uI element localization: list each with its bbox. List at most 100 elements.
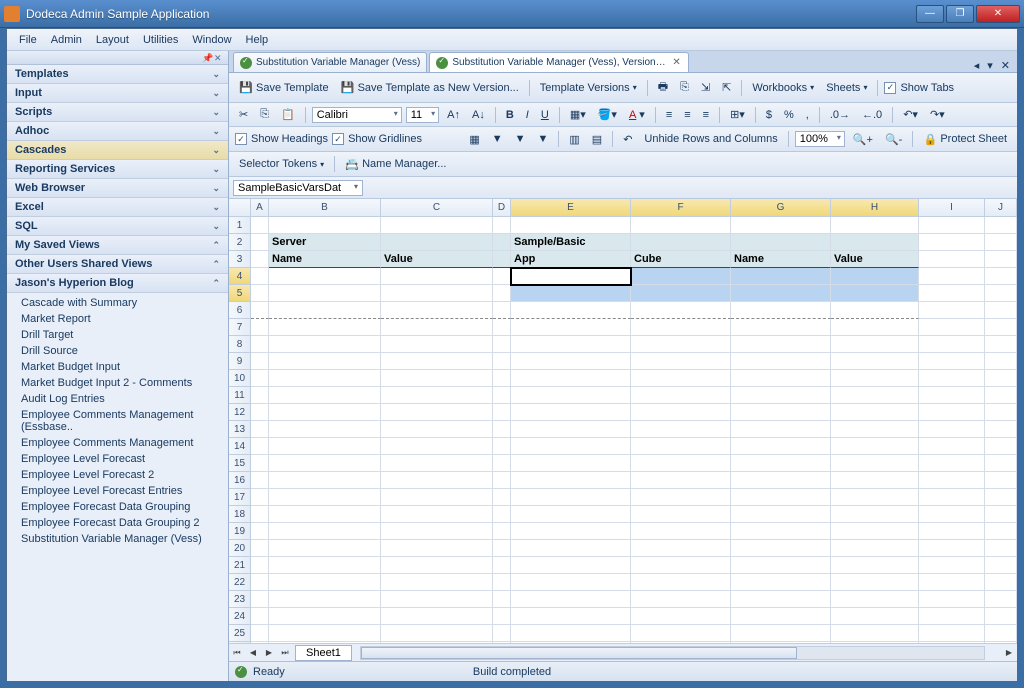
cell[interactable] — [631, 404, 731, 421]
cell[interactable] — [493, 336, 511, 353]
group-icon[interactable]: ▥ — [565, 131, 583, 148]
cell[interactable] — [251, 370, 269, 387]
filter-icon[interactable]: ▼ — [488, 131, 507, 147]
workbooks-button[interactable]: Workbooks ▾ — [748, 80, 818, 96]
row-header[interactable]: 4 — [229, 268, 251, 285]
font-select[interactable]: Calibri — [312, 107, 402, 123]
cell[interactable] — [511, 268, 631, 285]
show-headings-checkbox[interactable]: ✓Show Headings — [235, 133, 328, 145]
cell[interactable] — [631, 234, 731, 251]
cell[interactable] — [251, 217, 269, 234]
col-header[interactable]: E — [511, 199, 631, 217]
row-header[interactable]: 18 — [229, 506, 251, 523]
col-header[interactable] — [229, 199, 251, 217]
tab-0[interactable]: Substitution Variable Manager (Vess) — [233, 52, 427, 72]
sidebar-group[interactable]: Adhoc⌄ — [7, 122, 228, 141]
cell[interactable] — [919, 251, 985, 268]
sidebar-group[interactable]: Jason's Hyperion Blog⌃ — [7, 274, 228, 293]
cell[interactable] — [831, 557, 919, 574]
cell[interactable] — [919, 506, 985, 523]
cell[interactable] — [251, 421, 269, 438]
cell[interactable] — [919, 608, 985, 625]
cell[interactable] — [511, 455, 631, 472]
cell[interactable] — [269, 540, 381, 557]
cell[interactable] — [251, 625, 269, 642]
menu-admin[interactable]: Admin — [45, 32, 88, 48]
cell[interactable] — [731, 217, 831, 234]
cell[interactable] — [381, 336, 493, 353]
cell[interactable] — [731, 455, 831, 472]
cell[interactable] — [631, 455, 731, 472]
cell[interactable] — [731, 523, 831, 540]
cell[interactable] — [381, 387, 493, 404]
cell[interactable] — [631, 591, 731, 608]
cell[interactable] — [831, 370, 919, 387]
cell[interactable] — [831, 438, 919, 455]
cell[interactable] — [493, 506, 511, 523]
cell[interactable] — [631, 557, 731, 574]
close-button[interactable]: ✕ — [976, 5, 1020, 23]
merge-icon[interactable]: ⊞▾ — [726, 106, 749, 123]
cell[interactable] — [919, 268, 985, 285]
cell[interactable] — [985, 608, 1017, 625]
cell[interactable] — [511, 625, 631, 642]
hscrollbar[interactable] — [360, 646, 985, 660]
cell[interactable] — [251, 302, 269, 319]
row-header[interactable]: 22 — [229, 574, 251, 591]
cell[interactable] — [251, 285, 269, 302]
cell[interactable] — [831, 302, 919, 319]
cell[interactable]: Cube — [631, 251, 731, 268]
row-header[interactable]: 25 — [229, 625, 251, 642]
row-header[interactable]: 15 — [229, 455, 251, 472]
cell[interactable] — [985, 234, 1017, 251]
cell[interactable] — [631, 302, 731, 319]
cell[interactable] — [251, 319, 269, 336]
cell[interactable] — [985, 404, 1017, 421]
row-header[interactable]: 12 — [229, 404, 251, 421]
cell[interactable] — [493, 387, 511, 404]
cell[interactable] — [831, 387, 919, 404]
cell[interactable] — [831, 285, 919, 302]
cell[interactable] — [831, 217, 919, 234]
tree-item[interactable]: Drill Source — [7, 343, 228, 359]
align-left-icon[interactable]: ≡ — [662, 107, 676, 123]
cell[interactable] — [269, 472, 381, 489]
col-header[interactable]: D — [493, 199, 511, 217]
tree-item[interactable]: Employee Forecast Data Grouping 2 — [7, 515, 228, 531]
cell[interactable] — [511, 302, 631, 319]
cell[interactable] — [919, 404, 985, 421]
cell[interactable] — [511, 421, 631, 438]
cell[interactable] — [269, 506, 381, 523]
cell[interactable] — [731, 268, 831, 285]
row-header[interactable]: 2 — [229, 234, 251, 251]
cell[interactable] — [731, 404, 831, 421]
cell[interactable] — [381, 608, 493, 625]
percent-icon[interactable]: % — [780, 107, 798, 123]
cell[interactable] — [251, 234, 269, 251]
tree-item[interactable]: Employee Forecast Data Grouping — [7, 499, 228, 515]
cell[interactable] — [731, 319, 831, 336]
cell[interactable] — [731, 591, 831, 608]
cell[interactable] — [831, 404, 919, 421]
sidebar-group[interactable]: Other Users Shared Views⌃ — [7, 255, 228, 274]
save-template-button[interactable]: 💾Save Template — [235, 79, 333, 97]
currency-icon[interactable]: $ — [762, 107, 776, 123]
cell[interactable]: Server — [269, 234, 381, 251]
cell[interactable] — [831, 472, 919, 489]
cell[interactable] — [731, 370, 831, 387]
import-icon[interactable]: ⇱ — [718, 79, 735, 96]
tab-close-all-icon[interactable]: ✕ — [998, 59, 1013, 72]
cell[interactable]: Name — [269, 251, 381, 268]
cell[interactable] — [269, 591, 381, 608]
cell[interactable] — [269, 404, 381, 421]
tree-item[interactable]: Employee Comments Management — [7, 435, 228, 451]
cell[interactable] — [251, 455, 269, 472]
cell[interactable] — [631, 523, 731, 540]
row-header[interactable]: 24 — [229, 608, 251, 625]
cell[interactable] — [511, 370, 631, 387]
cell[interactable] — [493, 268, 511, 285]
cell[interactable] — [511, 506, 631, 523]
cell[interactable] — [985, 302, 1017, 319]
cell[interactable] — [731, 387, 831, 404]
row-header[interactable]: 5 — [229, 285, 251, 302]
